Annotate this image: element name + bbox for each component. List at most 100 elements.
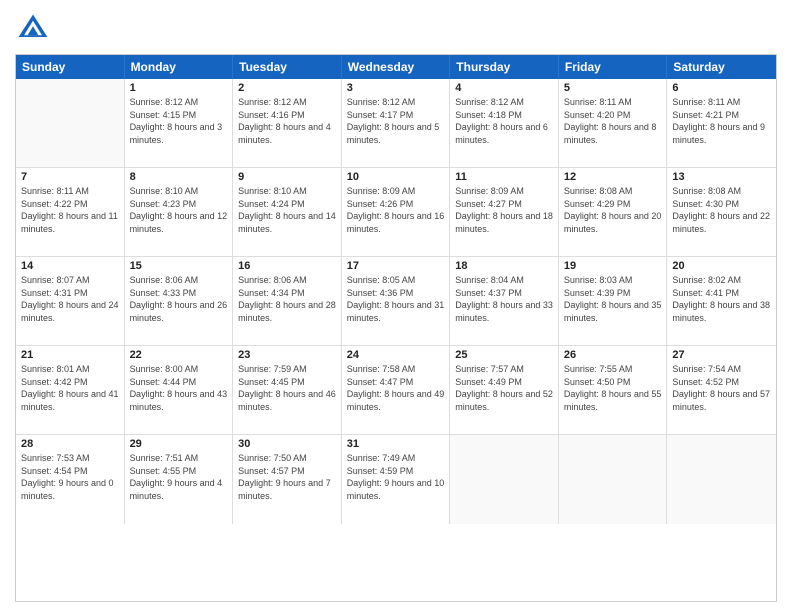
calendar-cell: 6 Sunrise: 8:11 AMSunset: 4:21 PMDaylight… [667,79,776,167]
day-number: 10 [347,171,445,183]
calendar-cell: 24 Sunrise: 7:58 AMSunset: 4:47 PMDayligh… [342,346,451,434]
calendar-cell: 5Sunrise: 8:11 AMSunset: 4:20 PMDaylight… [559,79,668,167]
calendar-cell: 11Sunrise: 8:09 AMSunset: 4:27 PMDayligh… [450,168,559,256]
weekday-header: Saturday [667,55,776,79]
cell-info: Sunrise: 8:10 AMSunset: 4:23 PMDaylight:… [130,185,228,235]
calendar-cell: 7 Sunrise: 8:11 AMSunset: 4:22 PMDaylight… [16,168,125,256]
cell-info: Sunrise: 8:01 AMSunset: 4:42 PMDaylight:… [21,363,119,413]
day-number: 5 [564,82,662,94]
cell-info: Sunrise: 8:06 AMSunset: 4:34 PMDaylight:… [238,274,336,324]
cell-info: Sunrise: 8:12 AMSunset: 4:15 PMDaylight:… [130,96,228,146]
weekday-header: Friday [559,55,668,79]
day-number: 17 [347,260,445,272]
day-number: 7 [21,171,119,183]
day-number: 21 [21,349,119,361]
calendar-cell: 22 Sunrise: 8:00 AMSunset: 4:44 PMDayligh… [125,346,234,434]
cell-info: Sunrise: 8:11 AMSunset: 4:22 PMDaylight:… [21,185,119,235]
calendar-cell: 15 Sunrise: 8:06 AMSunset: 4:33 PMDayligh… [125,257,234,345]
calendar-page: SundayMondayTuesdayWednesdayThursdayFrid… [0,0,792,612]
calendar-cell: 31 Sunrise: 7:49 AMSunset: 4:59 PMDayligh… [342,435,451,524]
day-number: 18 [455,260,553,272]
cell-info: Sunrise: 7:54 AMSunset: 4:52 PMDaylight:… [672,363,771,413]
cell-info: Sunrise: 7:50 AMSunset: 4:57 PMDaylight:… [238,452,336,502]
calendar-cell [450,435,559,524]
day-number: 14 [21,260,119,272]
calendar-cell: 25Sunrise: 7:57 AMSunset: 4:49 PMDayligh… [450,346,559,434]
calendar-cell: 1 Sunrise: 8:12 AMSunset: 4:15 PMDaylight… [125,79,234,167]
cell-info: Sunrise: 8:02 AMSunset: 4:41 PMDaylight:… [672,274,771,324]
calendar-row: 28 Sunrise: 7:53 AMSunset: 4:54 PMDayligh… [16,435,776,524]
day-number: 4 [455,82,553,94]
calendar-cell [16,79,125,167]
calendar-cell: 9 Sunrise: 8:10 AMSunset: 4:24 PMDaylight… [233,168,342,256]
calendar-body: 1 Sunrise: 8:12 AMSunset: 4:15 PMDaylight… [16,79,776,524]
day-number: 1 [130,82,228,94]
day-number: 15 [130,260,228,272]
cell-info: Sunrise: 8:10 AMSunset: 4:24 PMDaylight:… [238,185,336,235]
weekday-header: Thursday [450,55,559,79]
day-number: 24 [347,349,445,361]
cell-info: Sunrise: 8:08 AMSunset: 4:29 PMDaylight:… [564,185,662,235]
day-number: 6 [672,82,771,94]
weekday-header: Sunday [16,55,125,79]
day-number: 20 [672,260,771,272]
day-number: 13 [672,171,771,183]
day-number: 3 [347,82,445,94]
day-number: 22 [130,349,228,361]
weekday-header: Tuesday [233,55,342,79]
cell-info: Sunrise: 8:12 AMSunset: 4:16 PMDaylight:… [238,96,336,146]
calendar-cell: 3Sunrise: 8:12 AMSunset: 4:17 PMDaylight… [342,79,451,167]
calendar-cell: 14Sunrise: 8:07 AMSunset: 4:31 PMDayligh… [16,257,125,345]
calendar-cell: 2 Sunrise: 8:12 AMSunset: 4:16 PMDaylight… [233,79,342,167]
calendar-cell: 21 Sunrise: 8:01 AMSunset: 4:42 PMDayligh… [16,346,125,434]
logo-icon [15,10,51,46]
calendar-cell [667,435,776,524]
cell-info: Sunrise: 7:51 AMSunset: 4:55 PMDaylight:… [130,452,228,502]
day-number: 28 [21,438,119,450]
calendar-cell: 8 Sunrise: 8:10 AMSunset: 4:23 PMDaylight… [125,168,234,256]
day-number: 25 [455,349,553,361]
page-header [15,10,777,46]
calendar-header: SundayMondayTuesdayWednesdayThursdayFrid… [16,55,776,79]
day-number: 30 [238,438,336,450]
cell-info: Sunrise: 7:59 AMSunset: 4:45 PMDaylight:… [238,363,336,413]
calendar-cell: 27 Sunrise: 7:54 AMSunset: 4:52 PMDayligh… [667,346,776,434]
cell-info: Sunrise: 7:49 AMSunset: 4:59 PMDaylight:… [347,452,445,502]
cell-info: Sunrise: 8:06 AMSunset: 4:33 PMDaylight:… [130,274,228,324]
calendar-row: 21 Sunrise: 8:01 AMSunset: 4:42 PMDayligh… [16,346,776,435]
day-number: 27 [672,349,771,361]
calendar-cell: 30 Sunrise: 7:50 AMSunset: 4:57 PMDayligh… [233,435,342,524]
calendar-cell: 12 Sunrise: 8:08 AMSunset: 4:29 PMDayligh… [559,168,668,256]
cell-info: Sunrise: 8:11 AMSunset: 4:21 PMDaylight:… [672,96,771,146]
weekday-header: Monday [125,55,234,79]
calendar-cell: 4 Sunrise: 8:12 AMSunset: 4:18 PMDaylight… [450,79,559,167]
cell-info: Sunrise: 8:03 AMSunset: 4:39 PMDaylight:… [564,274,662,324]
day-number: 12 [564,171,662,183]
cell-info: Sunrise: 8:12 AMSunset: 4:18 PMDaylight:… [455,96,553,146]
calendar-cell: 13Sunrise: 8:08 AMSunset: 4:30 PMDayligh… [667,168,776,256]
logo [15,10,55,46]
calendar-cell: 17Sunrise: 8:05 AMSunset: 4:36 PMDayligh… [342,257,451,345]
calendar-cell: 18 Sunrise: 8:04 AMSunset: 4:37 PMDayligh… [450,257,559,345]
cell-info: Sunrise: 8:04 AMSunset: 4:37 PMDaylight:… [455,274,553,324]
day-number: 26 [564,349,662,361]
day-number: 11 [455,171,553,183]
day-number: 23 [238,349,336,361]
day-number: 16 [238,260,336,272]
calendar-cell: 26 Sunrise: 7:55 AMSunset: 4:50 PMDayligh… [559,346,668,434]
calendar: SundayMondayTuesdayWednesdayThursdayFrid… [15,54,777,602]
day-number: 31 [347,438,445,450]
day-number: 8 [130,171,228,183]
cell-info: Sunrise: 7:58 AMSunset: 4:47 PMDaylight:… [347,363,445,413]
cell-info: Sunrise: 7:53 AMSunset: 4:54 PMDaylight:… [21,452,119,502]
calendar-row: 7 Sunrise: 8:11 AMSunset: 4:22 PMDaylight… [16,168,776,257]
day-number: 19 [564,260,662,272]
day-number: 29 [130,438,228,450]
cell-info: Sunrise: 7:55 AMSunset: 4:50 PMDaylight:… [564,363,662,413]
calendar-cell: 23 Sunrise: 7:59 AMSunset: 4:45 PMDayligh… [233,346,342,434]
cell-info: Sunrise: 8:00 AMSunset: 4:44 PMDaylight:… [130,363,228,413]
day-number: 9 [238,171,336,183]
calendar-cell: 29 Sunrise: 7:51 AMSunset: 4:55 PMDayligh… [125,435,234,524]
calendar-cell: 10Sunrise: 8:09 AMSunset: 4:26 PMDayligh… [342,168,451,256]
day-number: 2 [238,82,336,94]
